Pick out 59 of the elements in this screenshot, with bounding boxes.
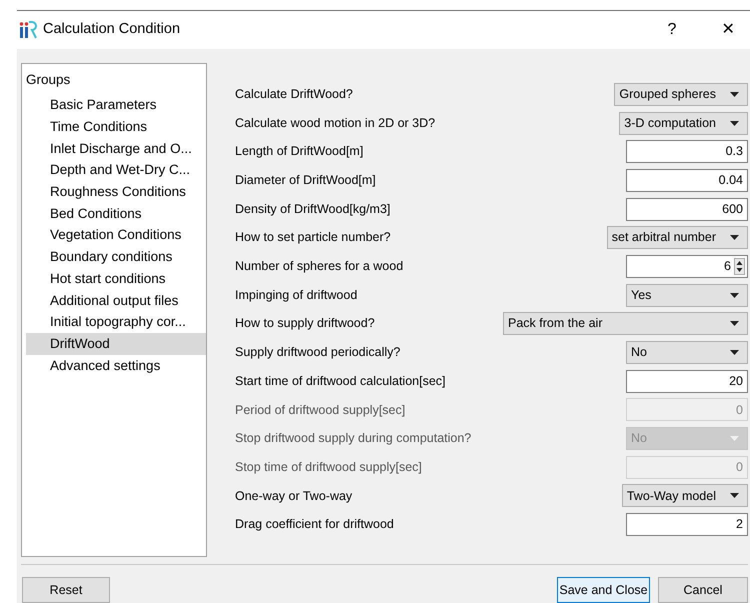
help-button[interactable]: ? (652, 18, 692, 42)
group-item[interactable]: Inlet Discharge and O... (26, 138, 206, 160)
window-title: Calculation Condition (43, 20, 180, 40)
parameter-label: Stop time of driftwood supply[sec] (235, 458, 422, 476)
parameter-label: Calculate wood motion in 2D or 3D? (235, 114, 436, 132)
parameter-label: How to set particle number? (235, 229, 391, 246)
parameter-label: Drag coefficient for driftwood (235, 516, 394, 534)
parameter-label: Calculate DriftWood? (235, 86, 353, 103)
parameter-label: Density of DriftWood[kg/m3] (235, 200, 390, 218)
dialog-button[interactable]: Cancel (658, 577, 748, 603)
parameter-label: Number of spheres for a wood (235, 258, 404, 276)
parameter-label: How to supply driftwood? (235, 315, 375, 332)
dropdown[interactable]: Grouped spheres (614, 82, 748, 106)
group-item[interactable]: Advanced settings (26, 354, 206, 376)
dropdown[interactable]: Yes (626, 284, 748, 307)
dropdown[interactable]: set arbitral number (606, 226, 748, 250)
dialog-button[interactable]: Save and Close (557, 577, 650, 603)
input-field[interactable]: 2 (626, 513, 748, 536)
input-field[interactable]: 0.3 (626, 140, 748, 164)
dropdown[interactable]: No (626, 341, 748, 364)
caret-icon (730, 350, 739, 356)
caret-icon (730, 292, 739, 298)
caret-icon (730, 235, 739, 240)
input-field[interactable]: 20 (626, 370, 748, 393)
group-item[interactable]: DriftWood (26, 332, 206, 355)
group-item[interactable]: Time Conditions (26, 116, 206, 138)
parameter-label: Diameter of DriftWood[m] (235, 172, 376, 190)
dropdown[interactable]: 3-D computation (619, 112, 748, 135)
spin-box[interactable]: 6 (626, 254, 748, 278)
caret-icon (730, 120, 739, 126)
dropdown[interactable]: Two-Way model (622, 484, 748, 508)
caret-icon (730, 92, 739, 97)
parameter-label: Period of driftwood supply[sec] (235, 402, 406, 419)
input-field[interactable]: 0.04 (626, 168, 748, 192)
caret-icon (730, 493, 739, 498)
input-field[interactable]: 600 (626, 198, 748, 221)
group-item[interactable]: Roughness Conditions (26, 181, 206, 203)
parameter-label: Supply driftwood periodically? (235, 344, 400, 362)
parameter-label: Impinging of driftwood (235, 286, 358, 304)
close-button[interactable]: ✕ (708, 18, 748, 42)
parameter-label: Stop driftwood supply during computation? (235, 430, 472, 448)
group-item[interactable]: Boundary conditions (26, 246, 206, 268)
group-item[interactable]: Basic Parameters (26, 94, 206, 116)
parameter-label: Start time of driftwood calculation[sec] (235, 372, 446, 390)
parameter-label: One-way or Two-way (235, 488, 352, 505)
group-item[interactable]: Hot start conditions (26, 268, 206, 290)
app-logo-icon (19, 21, 37, 39)
group-item[interactable]: Depth and Wet-Dry C... (26, 159, 206, 182)
group-item[interactable]: Initial topography cor... (26, 311, 206, 333)
caret-icon (730, 436, 739, 442)
dropdown[interactable]: Pack from the air (503, 312, 748, 336)
spinner-arrows-icon[interactable] (734, 258, 745, 275)
parameter-label: Length of DriftWood[m] (235, 143, 364, 160)
dialog-button[interactable]: Reset (22, 577, 110, 603)
group-item[interactable]: Bed Conditions (26, 202, 206, 224)
groups-title: Groups (26, 71, 72, 89)
group-item[interactable]: Additional output files (26, 290, 206, 312)
caret-icon (730, 321, 739, 326)
group-item[interactable]: Vegetation Conditions (26, 224, 206, 246)
